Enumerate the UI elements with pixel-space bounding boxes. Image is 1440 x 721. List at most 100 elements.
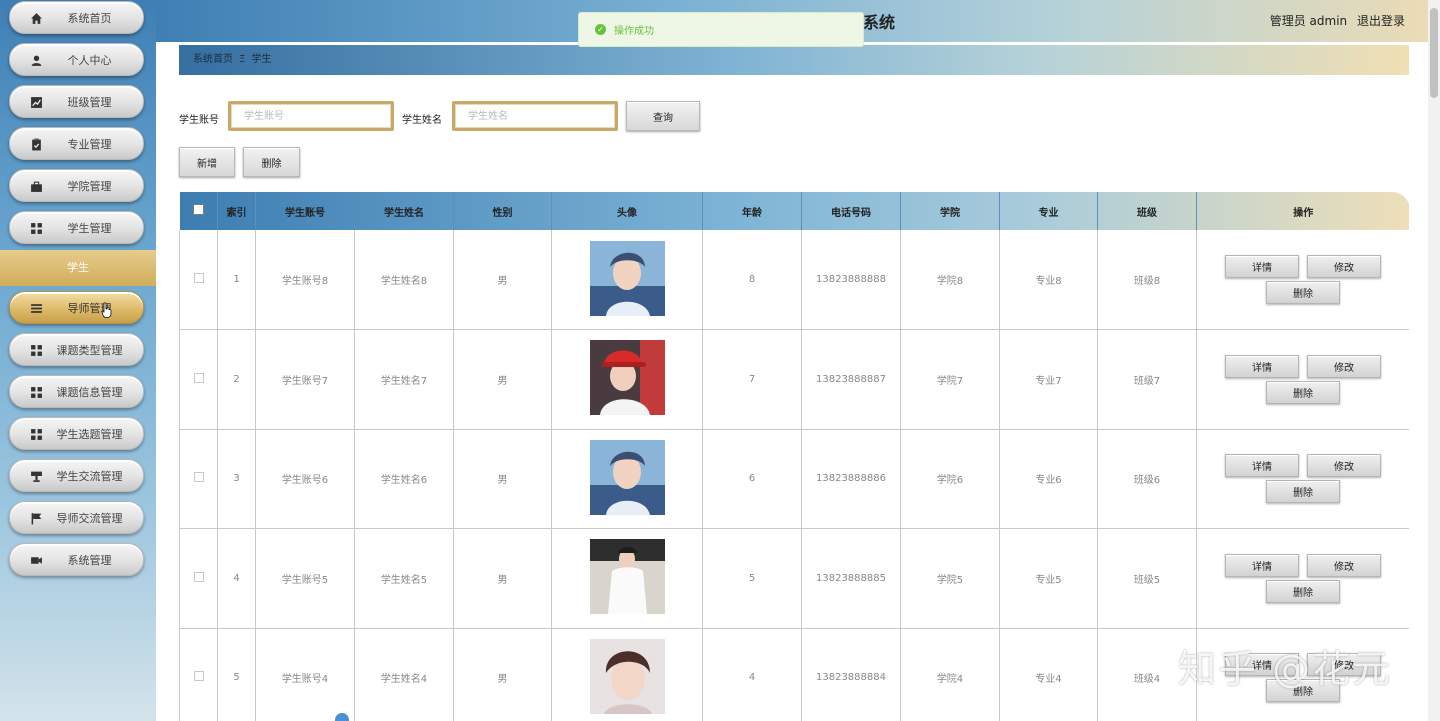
sidebar-item-label: 系统首页	[67, 12, 112, 25]
grid-icon	[31, 345, 42, 356]
name-search-input[interactable]	[452, 101, 618, 131]
row-select-cell[interactable]	[179, 230, 218, 330]
cell-account: 学生账号8	[255, 230, 355, 330]
page-scrollbar[interactable]	[1428, 0, 1440, 721]
avatar	[589, 539, 665, 615]
edit-button[interactable]: 修改	[1307, 354, 1381, 378]
scrollbar-thumb[interactable]	[1430, 8, 1438, 98]
user-icon	[31, 55, 42, 66]
row-select-cell[interactable]	[179, 429, 218, 529]
sidebar-item-system[interactable]: 系统管理	[9, 543, 144, 576]
sidebar-item-label: 系统管理	[67, 554, 112, 567]
sidebar-item-student-chat[interactable]: 学生交流管理	[9, 459, 144, 492]
system-title: 系统	[863, 13, 896, 32]
column-header: 专业	[999, 192, 1098, 230]
cell-gender: 男	[453, 230, 552, 330]
cell-major: 专业4	[999, 628, 1098, 721]
row-checkbox[interactable]	[193, 671, 204, 682]
row-checkbox[interactable]	[193, 571, 204, 582]
sidebar-item-home[interactable]: 系统首页	[9, 1, 144, 34]
avatar	[589, 638, 665, 714]
sidebar-item-label: 课题类型管理	[56, 344, 123, 357]
success-toast: ✓ 操作成功	[578, 12, 864, 47]
sidebar-item-tutor[interactable]: 导师管理	[9, 291, 144, 324]
breadcrumb-home[interactable]: 系统首页	[193, 54, 233, 65]
edit-button[interactable]: 修改	[1307, 553, 1381, 577]
grid-icon	[31, 387, 42, 398]
cell-major: 专业5	[999, 528, 1098, 629]
table-row: 4 学生账号5 学生姓名5 男 5 13823888885 学院5 专业5 班级…	[179, 528, 1409, 629]
row-delete-button[interactable]: 删除	[1266, 579, 1340, 603]
sidebar-item-profile[interactable]: 个人中心	[9, 43, 144, 76]
cell-index: 2	[217, 329, 256, 430]
detail-button[interactable]: 详情	[1225, 354, 1299, 378]
cell-account: 学生账号6	[255, 429, 355, 529]
column-header: 班级	[1097, 192, 1197, 230]
name-label: 学生姓名	[402, 115, 442, 126]
video-icon	[31, 557, 42, 564]
sidebar-item-label: 个人中心	[67, 54, 112, 67]
cell-phone: 13823888888	[801, 230, 901, 330]
cell-avatar	[551, 230, 703, 330]
sidebar-subitem-student[interactable]: 学生	[0, 250, 156, 286]
row-delete-button[interactable]: 删除	[1266, 480, 1340, 504]
add-button[interactable]: 新增	[179, 147, 235, 177]
logout-link[interactable]: 退出登录	[1357, 14, 1405, 28]
row-select-cell[interactable]	[179, 329, 218, 430]
sidebar-item-topic-select[interactable]: 学生选题管理	[9, 417, 144, 450]
cell-avatar	[551, 429, 703, 529]
edit-button[interactable]: 修改	[1307, 454, 1381, 478]
cell-name: 学生姓名4	[354, 628, 454, 721]
sidebar-item-label: 班级管理	[67, 96, 112, 109]
cell-college: 学院7	[900, 329, 1000, 430]
row-checkbox[interactable]	[193, 372, 204, 383]
detail-button[interactable]: 详情	[1225, 255, 1299, 278]
detail-button[interactable]: 详情	[1225, 553, 1299, 577]
sidebar-item-class[interactable]: 班级管理	[9, 85, 144, 118]
sidebar-item-student[interactable]: 学生管理	[9, 211, 144, 244]
sidebar-item-label: 学生管理	[67, 222, 112, 235]
cell-college: 学院4	[900, 628, 1000, 721]
query-button[interactable]: 查询	[626, 101, 700, 131]
cell-operations: 详情 修改 删除	[1196, 429, 1409, 529]
account-search-input[interactable]	[228, 101, 394, 131]
cell-class: 班级8	[1097, 230, 1197, 330]
row-select-cell[interactable]	[179, 628, 218, 721]
sidebar-item-major[interactable]: 专业管理	[9, 127, 144, 160]
sidebar-item-label: 导师管理	[67, 302, 112, 315]
grid-icon	[31, 223, 42, 234]
column-header: 学生姓名	[354, 192, 454, 230]
cell-class: 班级7	[1097, 329, 1197, 430]
sidebar-item-label: 学生交流管理	[56, 470, 123, 483]
sidebar-item-tutor-chat[interactable]: 导师交流管理	[9, 501, 144, 534]
breadcrumb-separator: Ξ	[239, 54, 246, 65]
row-checkbox[interactable]	[193, 472, 204, 483]
cell-account: 学生账号4	[255, 628, 355, 721]
delete-button[interactable]: 删除	[243, 147, 300, 177]
cell-name: 学生姓名6	[354, 429, 454, 529]
row-select-cell[interactable]	[179, 528, 218, 629]
grid-icon	[31, 429, 42, 440]
cell-avatar	[551, 329, 703, 430]
detail-button[interactable]: 详情	[1225, 454, 1299, 478]
cell-avatar	[551, 628, 703, 721]
cell-account: 学生账号7	[255, 329, 355, 430]
chart-icon	[31, 97, 42, 108]
cell-college: 学院5	[900, 528, 1000, 629]
row-delete-button[interactable]: 删除	[1266, 380, 1340, 404]
table-row: 3 学生账号6 学生姓名6 男 6 13823888886 学院6 专业6 班级…	[179, 429, 1409, 529]
cell-avatar	[551, 528, 703, 629]
sidebar-item-topic-info[interactable]: 课题信息管理	[9, 375, 144, 408]
row-delete-button[interactable]: 删除	[1266, 281, 1340, 304]
select-all-checkbox[interactable]	[192, 204, 204, 215]
cell-gender: 男	[453, 429, 552, 529]
edit-button[interactable]: 修改	[1307, 255, 1381, 278]
table-row: 2 学生账号7 学生姓名7 男 7 13823888887 学院7 专业7 班级…	[179, 329, 1409, 430]
toast-message: 操作成功	[614, 26, 654, 37]
cell-major: 专业6	[999, 429, 1098, 529]
cell-age: 6	[702, 429, 802, 529]
row-checkbox[interactable]	[193, 273, 204, 283]
sidebar-item-topic-type[interactable]: 课题类型管理	[9, 333, 144, 366]
select-all-cell[interactable]	[179, 192, 218, 230]
sidebar-item-college[interactable]: 学院管理	[9, 169, 144, 202]
